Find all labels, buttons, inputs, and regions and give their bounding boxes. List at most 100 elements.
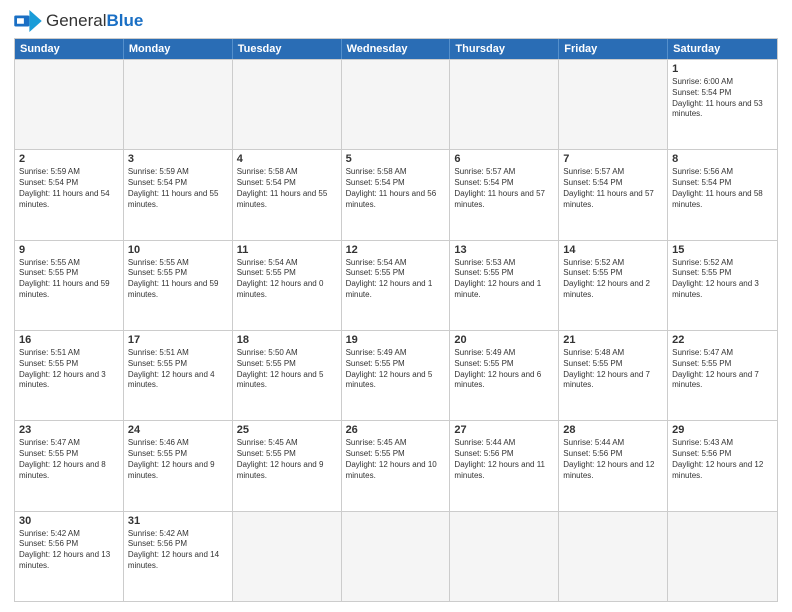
day-cell-4: 4 Sunrise: 5:58 AM Sunset: 5:54 PM Daylig…	[233, 150, 342, 239]
calendar-row: 30 Sunrise: 5:42 AM Sunset: 5:56 PM Dayli…	[15, 511, 777, 601]
day-cell-5: 5Sunrise: 5:58 AM Sunset: 5:54 PM Daylig…	[342, 150, 451, 239]
calendar-row: 23 Sunrise: 5:47 AM Sunset: 5:55 PM Dayli…	[15, 420, 777, 510]
day-cell-2: 2 Sunrise: 5:59 AM Sunset: 5:54 PM Daylig…	[15, 150, 124, 239]
day-info: Sunrise: 5:54 AM Sunset: 5:55 PM Dayligh…	[346, 258, 446, 301]
day-cell-10: 10Sunrise: 5:55 AM Sunset: 5:55 PM Dayli…	[124, 241, 233, 330]
day-cell-14: 14 Sunrise: 5:52 AM Sunset: 5:55 PM Dayli…	[559, 241, 668, 330]
weekday-header-sunday: Sunday	[15, 39, 124, 59]
logo-text: GeneralBlue	[46, 11, 143, 31]
day-info: Sunrise: 5:49 AM Sunset: 5:55 PM Dayligh…	[346, 348, 446, 391]
day-info: Sunrise: 5:44 AM Sunset: 5:56 PM Dayligh…	[454, 438, 554, 481]
day-cell-17: 17Sunrise: 5:51 AM Sunset: 5:55 PM Dayli…	[124, 331, 233, 420]
header: GeneralBlue	[14, 10, 778, 32]
day-number: 10	[128, 244, 228, 256]
day-number: 24	[128, 424, 228, 436]
day-cell-19: 19Sunrise: 5:49 AM Sunset: 5:55 PM Dayli…	[342, 331, 451, 420]
day-info: Sunrise: 5:46 AM Sunset: 5:55 PM Dayligh…	[128, 438, 228, 481]
day-info: Sunrise: 5:43 AM Sunset: 5:56 PM Dayligh…	[672, 438, 773, 481]
day-number: 16	[19, 334, 119, 346]
day-info: Sunrise: 5:53 AM Sunset: 5:55 PM Dayligh…	[454, 258, 554, 301]
day-cell-28: 28 Sunrise: 5:44 AM Sunset: 5:56 PM Dayli…	[559, 421, 668, 510]
day-cell-13: 13 Sunrise: 5:53 AM Sunset: 5:55 PM Dayli…	[450, 241, 559, 330]
day-cell-3: 3 Sunrise: 5:59 AM Sunset: 5:54 PM Daylig…	[124, 150, 233, 239]
day-number: 3	[128, 153, 228, 165]
logo-icon	[14, 10, 42, 32]
day-number: 27	[454, 424, 554, 436]
day-info: Sunrise: 5:50 AM Sunset: 5:55 PM Dayligh…	[237, 348, 337, 391]
day-number: 9	[19, 244, 119, 256]
day-cell-23: 23 Sunrise: 5:47 AM Sunset: 5:55 PM Dayli…	[15, 421, 124, 510]
day-info: Sunrise: 5:52 AM Sunset: 5:55 PM Dayligh…	[563, 258, 663, 301]
day-number: 12	[346, 244, 446, 256]
day-info: Sunrise: 5:59 AM Sunset: 5:54 PM Dayligh…	[128, 167, 228, 210]
weekday-header-monday: Monday	[124, 39, 233, 59]
day-cell-27: 27 Sunrise: 5:44 AM Sunset: 5:56 PM Dayli…	[450, 421, 559, 510]
day-cell-12: 12 Sunrise: 5:54 AM Sunset: 5:55 PM Dayli…	[342, 241, 451, 330]
empty-cell	[233, 512, 342, 601]
day-number: 28	[563, 424, 663, 436]
day-number: 22	[672, 334, 773, 346]
day-number: 7	[563, 153, 663, 165]
day-info: Sunrise: 5:42 AM Sunset: 5:56 PM Dayligh…	[19, 529, 119, 572]
empty-cell	[342, 60, 451, 149]
day-number: 6	[454, 153, 554, 165]
day-number: 30	[19, 515, 119, 527]
day-number: 20	[454, 334, 554, 346]
day-cell-7: 7 Sunrise: 5:57 AM Sunset: 5:54 PM Daylig…	[559, 150, 668, 239]
day-cell-9: 9 Sunrise: 5:55 AM Sunset: 5:55 PM Daylig…	[15, 241, 124, 330]
calendar-row: 1Sunrise: 6:00 AM Sunset: 5:54 PM Daylig…	[15, 59, 777, 149]
day-info: Sunrise: 5:57 AM Sunset: 5:54 PM Dayligh…	[454, 167, 554, 210]
day-cell-11: 11Sunrise: 5:54 AM Sunset: 5:55 PM Dayli…	[233, 241, 342, 330]
day-cell-8: 8Sunrise: 5:56 AM Sunset: 5:54 PM Daylig…	[668, 150, 777, 239]
day-info: Sunrise: 5:49 AM Sunset: 5:55 PM Dayligh…	[454, 348, 554, 391]
empty-cell	[559, 512, 668, 601]
logo: GeneralBlue	[14, 10, 143, 32]
day-number: 18	[237, 334, 337, 346]
day-cell-6: 6 Sunrise: 5:57 AM Sunset: 5:54 PM Daylig…	[450, 150, 559, 239]
day-number: 4	[237, 153, 337, 165]
day-cell-24: 24 Sunrise: 5:46 AM Sunset: 5:55 PM Dayli…	[124, 421, 233, 510]
day-number: 25	[237, 424, 337, 436]
day-number: 14	[563, 244, 663, 256]
empty-cell	[233, 60, 342, 149]
day-info: Sunrise: 5:45 AM Sunset: 5:55 PM Dayligh…	[237, 438, 337, 481]
day-info: Sunrise: 5:52 AM Sunset: 5:55 PM Dayligh…	[672, 258, 773, 301]
empty-cell	[124, 60, 233, 149]
day-info: Sunrise: 5:58 AM Sunset: 5:54 PM Dayligh…	[237, 167, 337, 210]
empty-cell	[450, 512, 559, 601]
day-number: 13	[454, 244, 554, 256]
day-info: Sunrise: 5:57 AM Sunset: 5:54 PM Dayligh…	[563, 167, 663, 210]
day-number: 21	[563, 334, 663, 346]
day-info: Sunrise: 5:59 AM Sunset: 5:54 PM Dayligh…	[19, 167, 119, 210]
calendar-row: 2 Sunrise: 5:59 AM Sunset: 5:54 PM Daylig…	[15, 149, 777, 239]
day-cell-1: 1Sunrise: 6:00 AM Sunset: 5:54 PM Daylig…	[668, 60, 777, 149]
day-number: 23	[19, 424, 119, 436]
day-info: Sunrise: 5:47 AM Sunset: 5:55 PM Dayligh…	[19, 438, 119, 481]
empty-cell	[559, 60, 668, 149]
weekday-header-thursday: Thursday	[450, 39, 559, 59]
day-info: Sunrise: 5:47 AM Sunset: 5:55 PM Dayligh…	[672, 348, 773, 391]
day-info: Sunrise: 5:55 AM Sunset: 5:55 PM Dayligh…	[19, 258, 119, 301]
day-info: Sunrise: 5:44 AM Sunset: 5:56 PM Dayligh…	[563, 438, 663, 481]
day-number: 11	[237, 244, 337, 256]
day-info: Sunrise: 5:45 AM Sunset: 5:55 PM Dayligh…	[346, 438, 446, 481]
empty-cell	[668, 512, 777, 601]
empty-cell	[342, 512, 451, 601]
day-cell-29: 29 Sunrise: 5:43 AM Sunset: 5:56 PM Dayli…	[668, 421, 777, 510]
day-cell-15: 15 Sunrise: 5:52 AM Sunset: 5:55 PM Dayli…	[668, 241, 777, 330]
calendar: SundayMondayTuesdayWednesdayThursdayFrid…	[14, 38, 778, 602]
day-number: 29	[672, 424, 773, 436]
day-cell-20: 20 Sunrise: 5:49 AM Sunset: 5:55 PM Dayli…	[450, 331, 559, 420]
day-cell-30: 30 Sunrise: 5:42 AM Sunset: 5:56 PM Dayli…	[15, 512, 124, 601]
day-number: 31	[128, 515, 228, 527]
day-cell-21: 21Sunrise: 5:48 AM Sunset: 5:55 PM Dayli…	[559, 331, 668, 420]
day-info: Sunrise: 6:00 AM Sunset: 5:54 PM Dayligh…	[672, 77, 773, 120]
day-info: Sunrise: 5:56 AM Sunset: 5:54 PM Dayligh…	[672, 167, 773, 210]
day-cell-31: 31Sunrise: 5:42 AM Sunset: 5:56 PM Dayli…	[124, 512, 233, 601]
day-cell-18: 18 Sunrise: 5:50 AM Sunset: 5:55 PM Dayli…	[233, 331, 342, 420]
calendar-body: 1Sunrise: 6:00 AM Sunset: 5:54 PM Daylig…	[15, 59, 777, 601]
day-cell-25: 25 Sunrise: 5:45 AM Sunset: 5:55 PM Dayli…	[233, 421, 342, 510]
day-number: 15	[672, 244, 773, 256]
day-number: 2	[19, 153, 119, 165]
page: GeneralBlue SundayMondayTuesdayWednesday…	[0, 0, 792, 612]
